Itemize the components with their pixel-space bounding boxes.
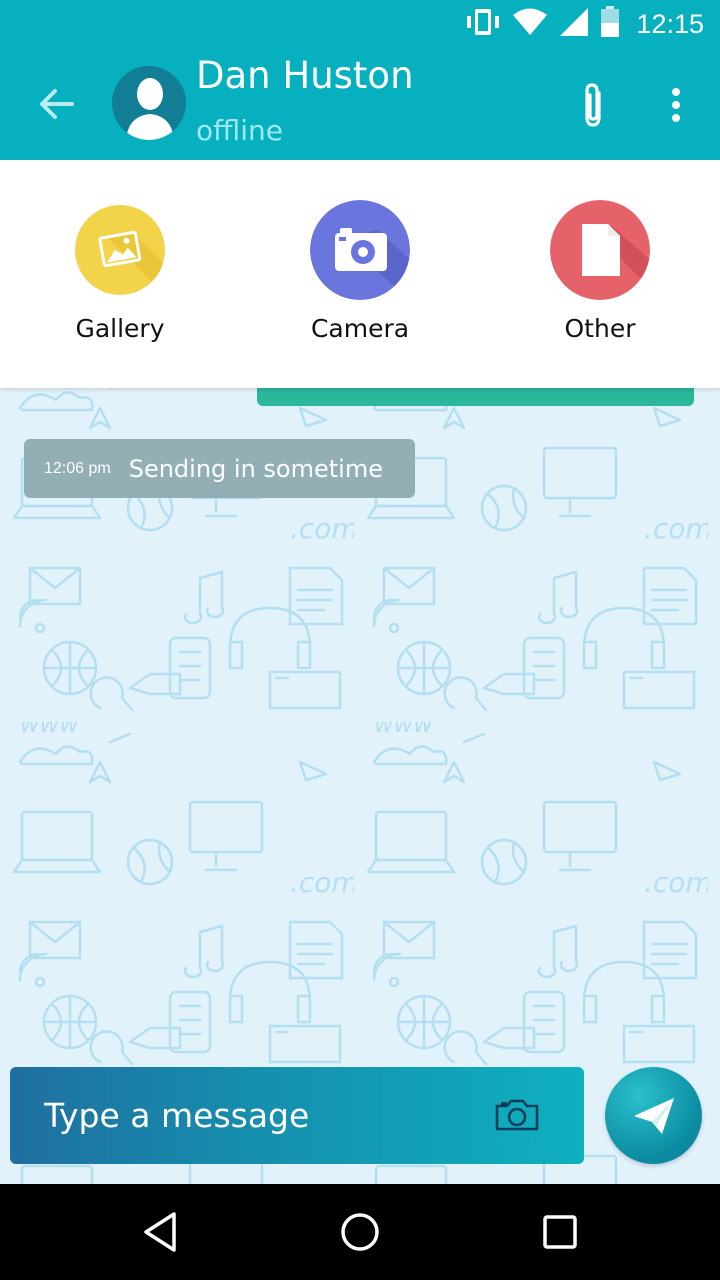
wifi-icon [512, 8, 548, 40]
more-options-button[interactable] [652, 80, 700, 130]
camera-icon [495, 1099, 539, 1131]
gallery-icon [75, 205, 165, 295]
send-button[interactable] [605, 1067, 702, 1164]
camera-icon [310, 200, 410, 300]
back-button[interactable] [28, 76, 84, 132]
message-input[interactable] [44, 1087, 464, 1143]
message-bubble[interactable]: 12:06 pm Sending in sometime [24, 439, 415, 498]
attach-option-camera[interactable]: Camera [280, 200, 440, 343]
home-nav-icon [341, 1213, 379, 1251]
nav-home-button[interactable] [320, 1202, 400, 1262]
attachment-panel: Gallery Camera Other [0, 160, 720, 388]
camera-circle [310, 200, 410, 300]
message-text: Sending in sometime [128, 454, 383, 483]
nav-recents-button[interactable] [520, 1202, 600, 1262]
attach-button[interactable] [568, 78, 618, 132]
attach-label-camera: Camera [310, 314, 410, 343]
other-circle [550, 200, 650, 300]
doodle-background: .com www [0, 388, 720, 1184]
status-bar: 12:15 [0, 0, 720, 48]
recents-nav-icon [543, 1215, 577, 1249]
attach-option-gallery[interactable]: Gallery [40, 200, 200, 343]
more-vert-icon [672, 88, 680, 122]
paperclip-icon [585, 83, 601, 127]
contact-status: offline [196, 114, 283, 147]
vibrate-icon [464, 7, 502, 41]
status-time: 12:15 [636, 8, 704, 39]
message-time: 12:06 pm [44, 459, 111, 477]
back-arrow-icon [40, 89, 74, 119]
attach-option-other[interactable]: Other [520, 200, 680, 343]
attach-label-gallery: Gallery [75, 314, 165, 343]
attach-label-other: Other [564, 314, 636, 343]
send-icon [633, 1097, 674, 1134]
signal-icon [558, 7, 590, 41]
status-icons: 12:15 [464, 6, 704, 42]
app-header: 12:15 Dan Huston offline [0, 0, 720, 160]
file-icon [550, 200, 650, 300]
composer-camera-button[interactable] [492, 1095, 542, 1135]
back-nav-icon [144, 1212, 176, 1252]
previous-message-bubble[interactable] [257, 388, 694, 406]
system-nav-bar [0, 1184, 720, 1280]
contact-name[interactable]: Dan Huston [196, 54, 414, 97]
chat-area[interactable]: .com www 12:06 pm Sending in sometime [0, 388, 720, 1184]
nav-back-button[interactable] [120, 1202, 200, 1262]
message-composer [10, 1067, 584, 1164]
battery-icon [600, 6, 620, 42]
gallery-circle [75, 205, 165, 295]
person-icon [112, 66, 186, 140]
avatar[interactable] [112, 66, 186, 140]
